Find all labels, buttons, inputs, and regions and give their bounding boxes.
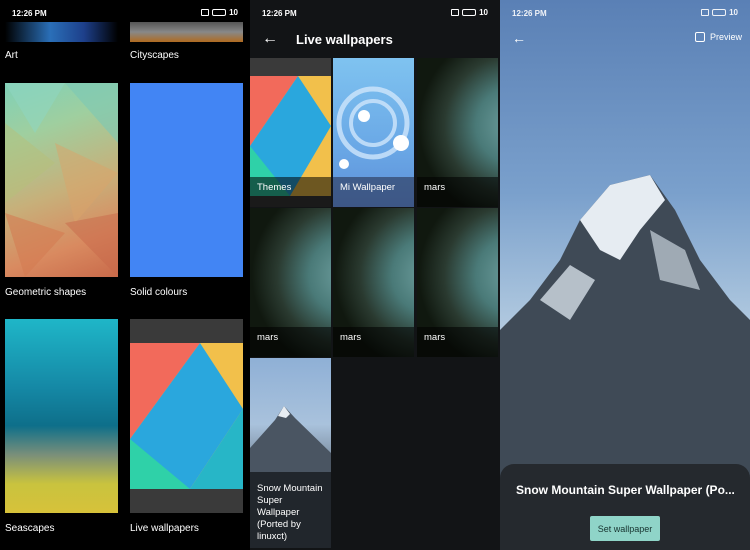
- category-live-wallpapers-tile[interactable]: [130, 319, 243, 513]
- item-label: mars: [417, 177, 498, 207]
- category-art-tile[interactable]: [5, 22, 118, 42]
- wallpaper-title: Snow Mountain Super Wallpaper (Po...: [516, 483, 735, 497]
- category-label: Solid colours: [130, 287, 188, 298]
- battery-icon: [462, 9, 477, 16]
- item-label: Themes: [250, 177, 331, 207]
- item-label: mars: [417, 327, 498, 357]
- category-label: Cityscapes: [130, 50, 179, 61]
- live-wallpaper-item[interactable]: Snow Mountain Super Wallpaper (Ported by…: [250, 358, 331, 548]
- status-icons: 10: [701, 8, 738, 17]
- category-label: Live wallpapers: [130, 523, 199, 534]
- status-time: 12:26 PM: [12, 9, 47, 18]
- geometric-pattern: [5, 83, 118, 277]
- wallpaper-categories-screen: 12:26 PM 10 Art Cityscapes Geometric sha…: [0, 0, 250, 550]
- live-wallpaper-item[interactable]: mars: [333, 208, 414, 357]
- checkbox-icon[interactable]: [694, 32, 705, 42]
- item-label: mars: [333, 327, 414, 357]
- set-wallpaper-button[interactable]: Set wallpaper: [590, 516, 660, 541]
- live-wallpaper-item[interactable]: Mi Wallpaper: [333, 58, 414, 207]
- item-label: Snow Mountain Super Wallpaper (Ported by…: [250, 472, 331, 548]
- live-wallpaper-thumbnail: [130, 343, 243, 489]
- status-bar: 12:26 PM 10: [0, 0, 250, 22]
- item-label: Mi Wallpaper: [333, 177, 414, 207]
- status-time: 12:26 PM: [512, 9, 547, 18]
- category-solid-colours-tile[interactable]: [130, 83, 243, 277]
- live-wallpaper-item[interactable]: mars: [250, 208, 331, 357]
- wallpaper-preview-screen: 12:26 PM 10 ← Preview Snow Mountain Supe…: [500, 0, 750, 550]
- toolbar: ← Live wallpapers: [250, 22, 500, 58]
- back-arrow-icon[interactable]: ←: [512, 30, 526, 46]
- item-label: mars: [250, 327, 331, 357]
- battery-level: 10: [479, 8, 488, 17]
- battery-icon: [712, 9, 727, 16]
- live-wallpaper-item[interactable]: Themes: [250, 58, 331, 207]
- category-seascapes-tile[interactable]: [5, 319, 118, 513]
- page-title: Live wallpapers: [296, 32, 393, 47]
- back-arrow-icon[interactable]: ←: [262, 30, 278, 48]
- bottom-sheet: Snow Mountain Super Wallpaper (Po... Set…: [500, 464, 750, 550]
- live-wallpaper-item[interactable]: mars: [417, 58, 498, 207]
- live-wallpapers-screen: 12:26 PM 10 ← Live wallpapers Themes Mi …: [250, 0, 500, 550]
- battery-icon: [212, 9, 227, 16]
- preview-toggle[interactable]: Preview: [694, 32, 742, 42]
- status-bar: 12:26 PM 10: [250, 0, 500, 22]
- status-bar: 12:26 PM 10: [500, 0, 750, 22]
- battery-level: 10: [229, 8, 238, 17]
- signal-icon: [451, 9, 460, 16]
- signal-icon: [701, 9, 710, 16]
- status-icons: 10: [451, 8, 488, 17]
- preview-toolbar: ← Preview: [512, 30, 742, 50]
- status-time: 12:26 PM: [262, 9, 297, 18]
- live-wallpaper-item[interactable]: mars: [417, 208, 498, 357]
- battery-level: 10: [729, 8, 738, 17]
- category-label: Art: [5, 50, 18, 61]
- category-geometric-tile[interactable]: [5, 83, 118, 277]
- category-label: Geometric shapes: [5, 287, 87, 298]
- signal-icon: [201, 9, 210, 16]
- status-icons: 10: [201, 8, 238, 17]
- preview-label: Preview: [709, 32, 742, 42]
- category-label: Seascapes: [5, 523, 55, 534]
- category-cityscapes-tile[interactable]: [130, 22, 243, 42]
